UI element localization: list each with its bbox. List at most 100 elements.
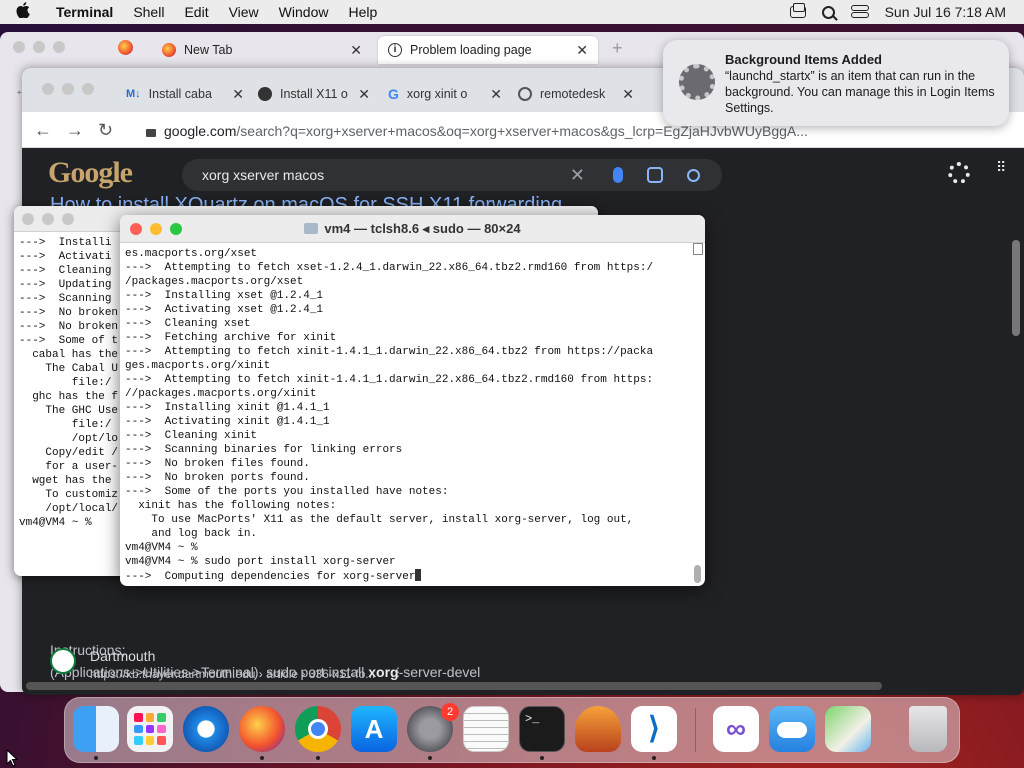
back-arrow-icon[interactable]: ← — [34, 120, 52, 141]
firefox-view-icon[interactable] — [118, 40, 133, 55]
text-cursor — [415, 569, 422, 581]
terminal-line: es.macports.org/xset — [125, 248, 258, 260]
firefox-tab-label: Problem loading page — [410, 43, 532, 57]
terminal-line: vm4@VM4 ~ % sudo port install xorg-serve… — [125, 556, 396, 568]
finder-icon[interactable] — [73, 706, 119, 752]
chrome-tab-install-x11[interactable]: Install X11 o ✕ — [258, 76, 370, 112]
terminal-line: //packages.macports.org/xinit — [125, 388, 317, 400]
garageband-icon[interactable] — [575, 706, 621, 752]
apps-grid-icon[interactable]: ⠿ — [996, 160, 1008, 180]
menu-app-name[interactable]: Terminal — [46, 4, 123, 20]
dartmouth-favicon — [50, 648, 76, 674]
menu-clock[interactable]: Sun Jul 16 7:18 AM — [885, 4, 1006, 20]
google-doodle-logo[interactable]: Google — [48, 156, 133, 190]
globe-icon — [518, 87, 532, 101]
result2-url[interactable]: https://kb.thayer.dartmouth.edu › articl… — [90, 667, 375, 681]
firefox-close-button[interactable] — [13, 41, 25, 53]
firefox-icon[interactable] — [239, 706, 285, 752]
dock: A 2 >_ ⟩ ∞ — [64, 697, 960, 763]
url-domain: google.com — [164, 123, 237, 139]
firefox-zoom-button[interactable] — [53, 41, 65, 53]
visual-studio-icon[interactable]: ∞ — [713, 706, 759, 752]
maps-icon[interactable] — [825, 706, 871, 752]
settings-gear-icon[interactable] — [948, 162, 970, 184]
horizontal-scrollbar[interactable] — [26, 682, 882, 690]
vertical-scrollbar[interactable] — [1012, 240, 1020, 336]
firefox-tab-problem[interactable]: i Problem loading page ✕ — [378, 36, 598, 64]
screen-mirroring-icon[interactable] — [789, 3, 806, 18]
spotlight-search-icon[interactable] — [821, 5, 835, 19]
chrome-tab-label: Install caba — [148, 87, 212, 101]
forward-arrow-icon[interactable]: → — [66, 120, 84, 141]
chrome-tab-remotedesk[interactable]: remotedesk ✕ — [518, 76, 634, 112]
close-icon[interactable]: ✕ — [490, 86, 502, 103]
more-options-icon[interactable]: ⋮ — [392, 665, 404, 679]
folder-icon — [304, 223, 319, 234]
markdown-site-icon: M↓ — [126, 88, 141, 100]
chrome-tab-label: xorg xinit o — [406, 87, 468, 101]
weather-icon[interactable] — [769, 706, 815, 752]
app-store-icon[interactable]: A — [351, 706, 397, 752]
terminal-line: ---> No broken files found. — [125, 458, 310, 470]
trash-icon[interactable] — [909, 706, 947, 752]
terminal-line: ---> Fetching archive for xinit — [125, 332, 337, 344]
google-icon: G — [388, 86, 399, 102]
close-icon[interactable]: ✕ — [622, 86, 634, 103]
terminal-line: and log back in. — [125, 528, 258, 540]
terminal-icon[interactable]: >_ — [519, 706, 565, 752]
close-icon[interactable]: ✕ — [576, 42, 588, 59]
terminal-scrollbar[interactable] — [694, 565, 701, 583]
menu-shell[interactable]: Shell — [123, 4, 174, 20]
result2-site[interactable]: Dartmouth — [90, 648, 155, 664]
control-center-icon[interactable] — [850, 5, 869, 19]
close-icon[interactable]: ✕ — [232, 86, 244, 103]
chrome-tab-install-cabal[interactable]: M↓ Install caba ✕ — [126, 76, 244, 112]
search-icon[interactable] — [687, 168, 700, 182]
apple-menu-icon[interactable] — [0, 1, 46, 23]
search-input[interactable]: xorg xserver macos ✕ — [182, 159, 722, 191]
menu-view[interactable]: View — [219, 4, 269, 20]
dock-divider — [695, 708, 696, 752]
firefox-logo-icon — [162, 43, 176, 57]
menu-help[interactable]: Help — [338, 4, 387, 20]
chrome-tab-xorg-xinit[interactable]: G xorg xinit o ✕ — [388, 76, 502, 112]
microphone-icon[interactable] — [613, 167, 623, 183]
chrome-icon[interactable] — [295, 706, 341, 752]
firefox-tab-label: New Tab — [184, 43, 233, 57]
firefox-tab-new-tab[interactable]: New Tab ✕ — [150, 36, 372, 64]
safari-icon[interactable] — [183, 706, 229, 752]
terminal-titlebar[interactable]: vm4 — tclsh8.6 ◂ sudo — 80×24 — [120, 215, 705, 243]
textedit-icon[interactable] — [463, 706, 509, 752]
terminal-line: ---> Cleaning xset — [125, 318, 251, 330]
close-icon[interactable]: ✕ — [358, 86, 370, 103]
notification-title: Background Items Added — [725, 52, 882, 67]
split-view-icon[interactable] — [693, 243, 703, 255]
chrome-minimize-button[interactable] — [62, 83, 74, 95]
background-items-notification[interactable]: Background Items Added “launchd_startx” … — [663, 40, 1009, 126]
terminal-line: ---> Some of the ports you installed hav… — [125, 486, 449, 498]
github-icon — [258, 87, 272, 101]
clear-icon[interactable]: ✕ — [570, 165, 585, 186]
terminal-output: es.macports.org/xset ---> Attempting to f… — [120, 243, 705, 584]
zoom-button[interactable] — [62, 213, 74, 225]
menu-edit[interactable]: Edit — [174, 4, 218, 20]
chrome-close-button[interactable] — [42, 83, 54, 95]
reload-icon[interactable]: ↻ — [98, 120, 113, 141]
menu-window[interactable]: Window — [269, 4, 339, 20]
firefox-minimize-button[interactable] — [33, 41, 45, 53]
settings-gear-icon — [679, 64, 715, 100]
vscode-icon[interactable]: ⟩ — [631, 706, 677, 752]
terminal-line: ---> Attempting to fetch xinit-1.4.1_1.d… — [125, 374, 654, 386]
close-icon[interactable]: ✕ — [350, 42, 362, 59]
terminal-line: ---> Attempting to fetch xset-1.2.4_1.da… — [125, 262, 654, 274]
chrome-zoom-button[interactable] — [82, 83, 94, 95]
terminal-line: ---> Activating xinit @1.4.1_1 — [125, 416, 330, 428]
minimize-button[interactable] — [42, 213, 54, 225]
new-tab-plus-icon[interactable]: + — [612, 38, 623, 59]
close-button[interactable] — [22, 213, 34, 225]
terminal-window[interactable]: vm4 — tclsh8.6 ◂ sudo — 80×24 es.macport… — [120, 215, 705, 586]
launchpad-icon[interactable] — [127, 706, 173, 752]
terminal-line: To use MacPorts' X11 as the default serv… — [125, 514, 634, 526]
lens-icon[interactable] — [647, 167, 663, 183]
menu-bar: Terminal Shell Edit View Window Help Sun… — [0, 0, 1024, 24]
